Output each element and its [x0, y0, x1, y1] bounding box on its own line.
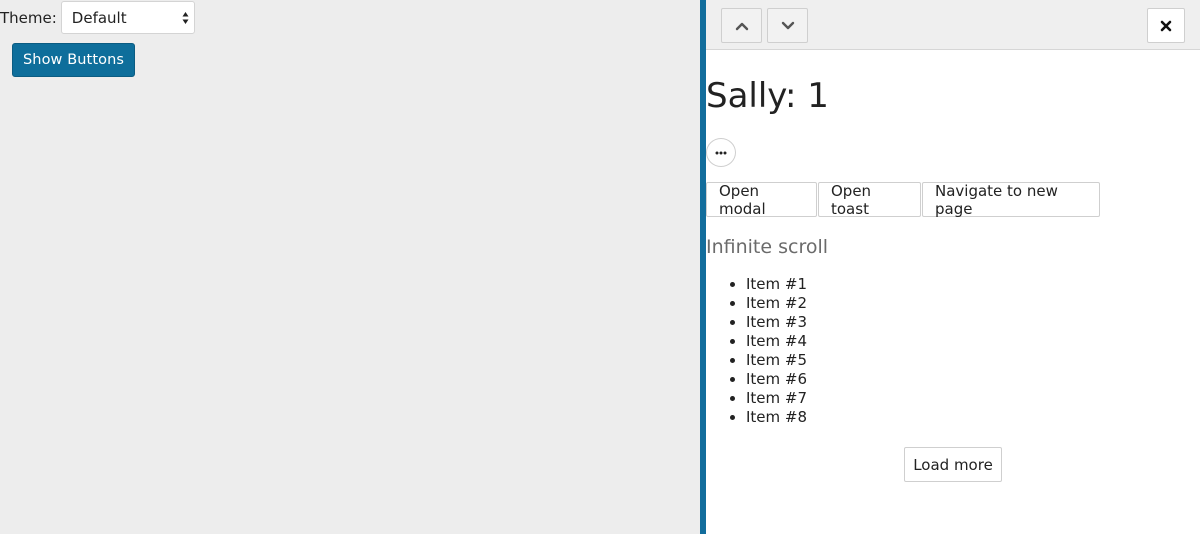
list-item: Item #1 [746, 275, 807, 294]
close-button[interactable] [1147, 8, 1185, 43]
list-item: Item #4 [746, 332, 807, 351]
list-item: Item #7 [746, 389, 807, 408]
side-panel: Sally: 1 Open modal Open toast Navigate … [706, 0, 1200, 534]
page-title: Sally: 1 [706, 76, 829, 116]
list-item: Item #3 [746, 313, 807, 332]
section-title: Infinite scroll [706, 236, 829, 258]
load-more-button[interactable]: Load more [904, 447, 1002, 482]
previous-button[interactable] [721, 8, 762, 43]
chevron-up-icon [735, 22, 748, 30]
more-button[interactable] [706, 138, 736, 167]
panel-toolbar [706, 0, 1200, 50]
theme-select[interactable]: Default [60, 1, 195, 34]
list-item: Item #2 [746, 294, 807, 313]
theme-row: Theme: Default [0, 1, 195, 34]
list-item: Item #5 [746, 351, 807, 370]
ellipsis-icon [715, 151, 727, 154]
navigate-button[interactable]: Navigate to new page [922, 182, 1100, 218]
close-icon [1160, 20, 1172, 31]
item-list: Item #1 Item #2 Item #3 Item #4 Item #5 … [706, 275, 807, 427]
next-button[interactable] [767, 8, 808, 43]
theme-select-value: Default [71, 8, 127, 27]
open-toast-button[interactable]: Open toast [818, 182, 921, 218]
list-item: Item #6 [746, 370, 807, 389]
show-buttons-button[interactable]: Show Buttons [12, 43, 135, 77]
theme-label: Theme: [0, 8, 57, 27]
open-modal-button[interactable]: Open modal [706, 182, 817, 218]
chevron-down-icon [781, 21, 794, 29]
select-arrows-icon [182, 12, 189, 24]
list-item: Item #8 [746, 408, 807, 427]
action-buttons: Open modal Open toast Navigate to new pa… [706, 182, 1101, 218]
main-area: Theme: Default Show Buttons [0, 0, 700, 534]
